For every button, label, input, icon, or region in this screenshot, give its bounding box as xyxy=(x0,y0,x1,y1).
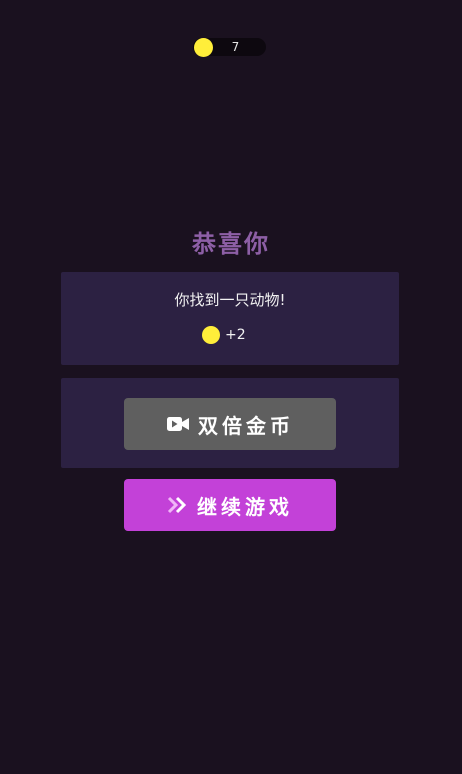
coin-icon xyxy=(202,326,220,344)
result-message: 你找到一只动物! xyxy=(174,291,286,309)
reward-amount: +2 xyxy=(225,327,246,343)
double-coins-label: 双倍金币 xyxy=(198,413,294,438)
continue-game-button[interactable]: 继续游戏 xyxy=(124,479,336,531)
coin-icon xyxy=(194,38,213,57)
continue-game-label: 继续游戏 xyxy=(197,494,293,519)
result-panel: 你找到一只动物! xyxy=(61,272,399,365)
coin-counter: 7 xyxy=(193,38,266,57)
congratulations-title: 恭喜你 xyxy=(192,230,270,258)
double-coins-button[interactable]: 双倍金币 xyxy=(124,398,336,450)
coin-count: 7 xyxy=(231,40,240,54)
video-camera-icon xyxy=(167,417,189,431)
double-chevron-right-icon xyxy=(167,496,187,514)
